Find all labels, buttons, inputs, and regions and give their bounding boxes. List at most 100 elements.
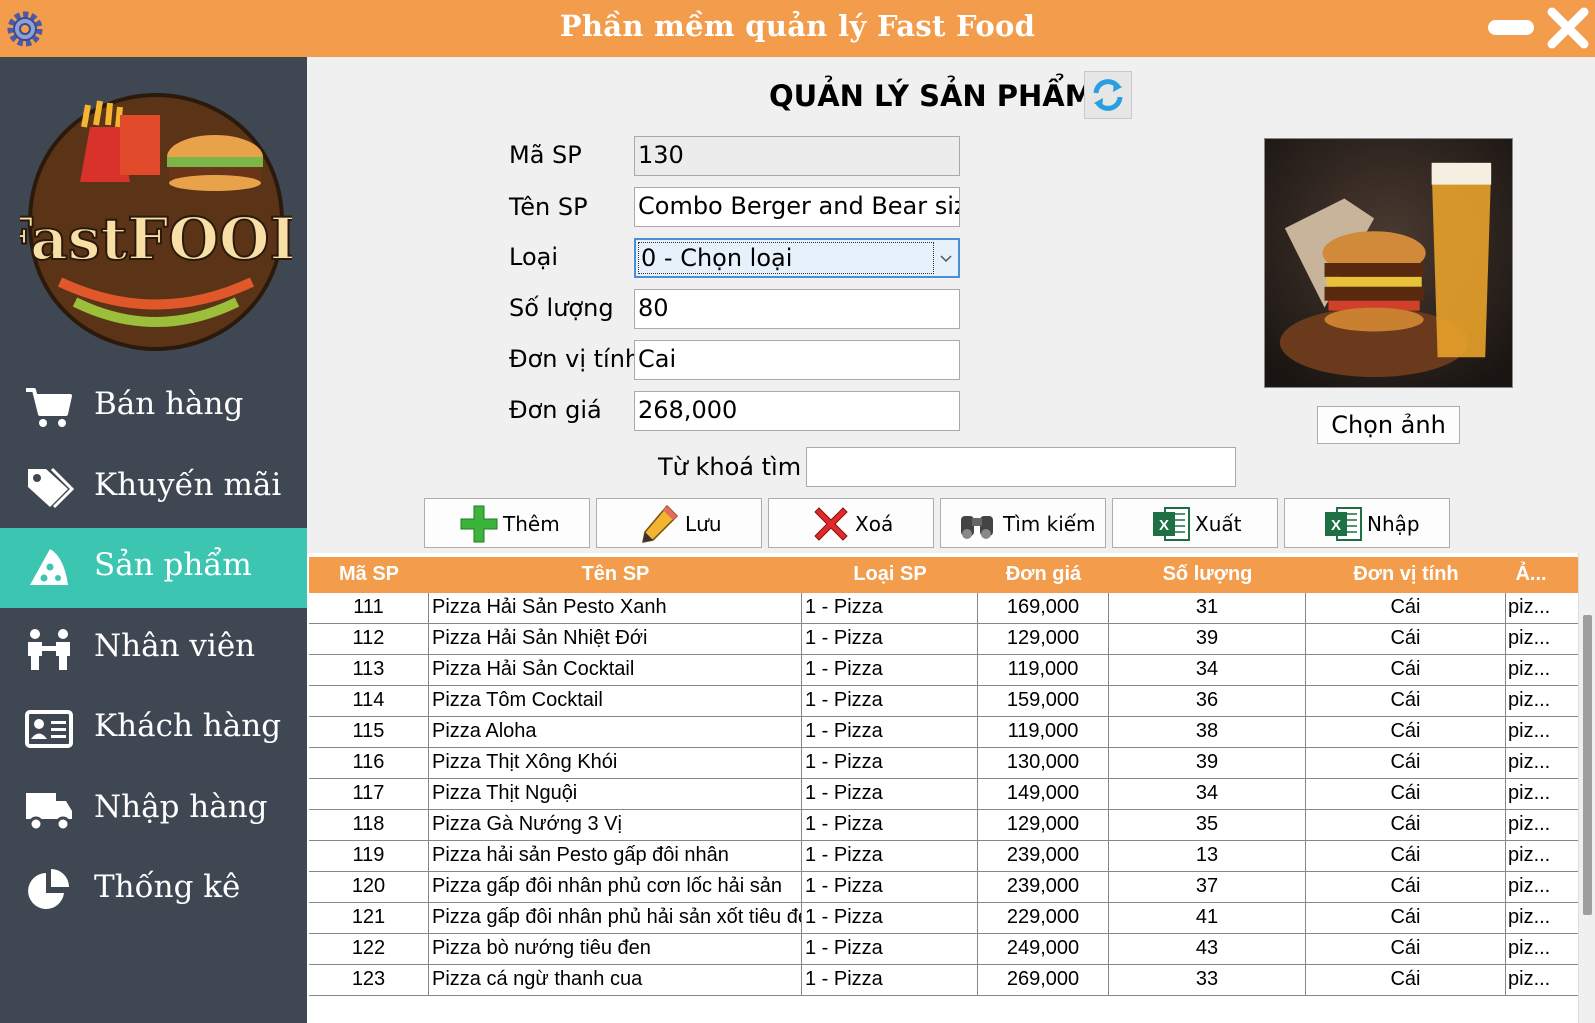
table-cell[interactable]: 123 <box>309 965 429 996</box>
ten-sp-field[interactable]: Combo Berger and Bear size <box>634 187 960 227</box>
sidebar-item-nhan-vien[interactable]: Nhân viên <box>0 609 307 689</box>
table-cell[interactable]: 41 <box>1109 903 1306 934</box>
table-cell[interactable]: piz... <box>1506 841 1579 872</box>
table-cell[interactable]: 129,000 <box>978 810 1109 841</box>
don-gia-field[interactable]: 268,000 <box>634 391 960 431</box>
table-scrollbar[interactable] <box>1578 553 1595 1023</box>
column-header[interactable]: Tên SP <box>429 563 802 586</box>
table-cell[interactable]: 13 <box>1109 841 1306 872</box>
export-button[interactable]: X Xuất <box>1112 498 1278 548</box>
so-luong-field[interactable]: 80 <box>634 289 960 329</box>
column-header[interactable]: Đơn giá <box>978 563 1109 586</box>
table-cell[interactable]: Cái <box>1306 717 1506 748</box>
table-cell[interactable]: 118 <box>309 810 429 841</box>
table-cell[interactable]: Pizza hải sản Pesto gấp đôi nhân <box>429 841 802 872</box>
table-cell[interactable]: Pizza Hải Sản Pesto Xanh <box>429 593 802 624</box>
table-cell[interactable]: 119,000 <box>978 655 1109 686</box>
table-cell[interactable]: 1 - Pizza <box>802 903 978 934</box>
table-cell[interactable]: Cái <box>1306 655 1506 686</box>
table-cell[interactable]: piz... <box>1506 748 1579 779</box>
sidebar-item-khach-hang[interactable]: Khách hàng <box>0 689 307 769</box>
close-icon[interactable] <box>1546 6 1590 50</box>
table-row[interactable]: 117 Pizza Thịt Nguội 1 - Pizza 149,000 34 Cái… <box>309 779 1579 810</box>
table-cell[interactable]: 119 <box>309 841 429 872</box>
table-cell[interactable]: 1 - Pizza <box>802 655 978 686</box>
table-cell[interactable]: 1 - Pizza <box>802 872 978 903</box>
table-cell[interactable]: Cái <box>1306 965 1506 996</box>
table-cell[interactable]: piz... <box>1506 624 1579 655</box>
table-cell[interactable]: 1 - Pizza <box>802 593 978 624</box>
table-cell[interactable]: Pizza Thịt Nguội <box>429 779 802 810</box>
table-row[interactable]: 112 Pizza Hải Sản Nhiệt Đới 1 - Pizza 129,0… <box>309 624 1579 655</box>
table-cell[interactable]: 239,000 <box>978 872 1109 903</box>
table-cell[interactable]: Cái <box>1306 593 1506 624</box>
table-cell[interactable]: 35 <box>1109 810 1306 841</box>
table-cell[interactable]: 159,000 <box>978 686 1109 717</box>
loai-select[interactable]: 0 - Chọn loại <box>634 238 960 278</box>
table-row[interactable]: 122 Pizza bò nướng tiêu đen 1 - Pizza 249,0… <box>309 934 1579 965</box>
table-cell[interactable]: 39 <box>1109 748 1306 779</box>
table-cell[interactable]: Cái <box>1306 872 1506 903</box>
table-cell[interactable]: 1 - Pizza <box>802 748 978 779</box>
column-header[interactable]: Số lượng <box>1109 563 1306 586</box>
table-cell[interactable]: 38 <box>1109 717 1306 748</box>
table-cell[interactable]: Pizza Hải Sản Cocktail <box>429 655 802 686</box>
table-cell[interactable]: 229,000 <box>978 903 1109 934</box>
table-cell[interactable]: piz... <box>1506 903 1579 934</box>
table-cell[interactable]: 1 - Pizza <box>802 717 978 748</box>
table-cell[interactable]: piz... <box>1506 934 1579 965</box>
table-cell[interactable]: piz... <box>1506 655 1579 686</box>
table-cell[interactable]: 1 - Pizza <box>802 934 978 965</box>
table-cell[interactable]: Cái <box>1306 748 1506 779</box>
minimize-button[interactable] <box>1488 20 1534 35</box>
table-cell[interactable]: piz... <box>1506 810 1579 841</box>
table-cell[interactable]: 239,000 <box>978 841 1109 872</box>
table-cell[interactable]: Pizza gấp đôi nhân phủ hải sản xốt tiêu … <box>429 903 802 934</box>
table-cell[interactable]: 113 <box>309 655 429 686</box>
table-cell[interactable]: Pizza cá ngừ thanh cua <box>429 965 802 996</box>
table-cell[interactable]: Cái <box>1306 624 1506 655</box>
table-cell[interactable]: 122 <box>309 934 429 965</box>
table-cell[interactable]: Cái <box>1306 903 1506 934</box>
table-row[interactable]: 123 Pizza cá ngừ thanh cua 1 - Pizza 269,00… <box>309 965 1579 996</box>
table-cell[interactable]: 115 <box>309 717 429 748</box>
table-cell[interactable]: 120 <box>309 872 429 903</box>
table-cell[interactable]: 39 <box>1109 624 1306 655</box>
table-cell[interactable]: Cái <box>1306 841 1506 872</box>
scrollbar-thumb[interactable] <box>1583 615 1592 915</box>
table-cell[interactable]: piz... <box>1506 779 1579 810</box>
table-cell[interactable]: Cái <box>1306 779 1506 810</box>
import-button[interactable]: X Nhập <box>1284 498 1450 548</box>
sidebar-item-san-pham[interactable]: Sản phẩm <box>0 528 307 608</box>
table-cell[interactable]: 116 <box>309 748 429 779</box>
table-cell[interactable]: Cái <box>1306 810 1506 841</box>
table-cell[interactable]: Pizza bò nướng tiêu đen <box>429 934 802 965</box>
table-cell[interactable]: piz... <box>1506 593 1579 624</box>
table-cell[interactable]: 1 - Pizza <box>802 624 978 655</box>
table-row[interactable]: 111 Pizza Hải Sản Pesto Xanh 1 - Pizza 169,… <box>309 593 1579 624</box>
search-button[interactable]: Tìm kiếm <box>940 498 1106 548</box>
table-cell[interactable]: 1 - Pizza <box>802 965 978 996</box>
table-row[interactable]: 118 Pizza Gà Nướng 3 Vị 1 - Pizza 129,000 35… <box>309 810 1579 841</box>
table-cell[interactable]: 1 - Pizza <box>802 686 978 717</box>
sidebar-item-khuyen-mai[interactable]: Khuyến mãi <box>0 448 307 528</box>
table-row[interactable]: 119 Pizza hải sản Pesto gấp đôi nhân 1 - P… <box>309 841 1579 872</box>
delete-button[interactable]: Xoá <box>768 498 934 548</box>
table-cell[interactable]: Pizza gấp đôi nhân phủ cơn lốc hải sản <box>429 872 802 903</box>
column-header[interactable]: Mã SP <box>309 563 429 586</box>
ma-sp-field[interactable]: 130 <box>634 136 960 176</box>
table-cell[interactable]: 269,000 <box>978 965 1109 996</box>
table-cell[interactable]: Pizza Aloha <box>429 717 802 748</box>
table-cell[interactable]: 111 <box>309 593 429 624</box>
table-cell[interactable]: 149,000 <box>978 779 1109 810</box>
table-cell[interactable]: 36 <box>1109 686 1306 717</box>
table-cell[interactable]: 130,000 <box>978 748 1109 779</box>
table-cell[interactable]: 121 <box>309 903 429 934</box>
table-cell[interactable]: 112 <box>309 624 429 655</box>
table-row[interactable]: 113 Pizza Hải Sản Cocktail 1 - Pizza 119,00… <box>309 655 1579 686</box>
table-cell[interactable]: 249,000 <box>978 934 1109 965</box>
column-header[interactable]: Đơn vị tính <box>1306 563 1506 586</box>
column-header[interactable]: Loại SP <box>802 563 978 586</box>
column-header[interactable]: Ả... <box>1506 563 1556 586</box>
table-cell[interactable]: Pizza Hải Sản Nhiệt Đới <box>429 624 802 655</box>
